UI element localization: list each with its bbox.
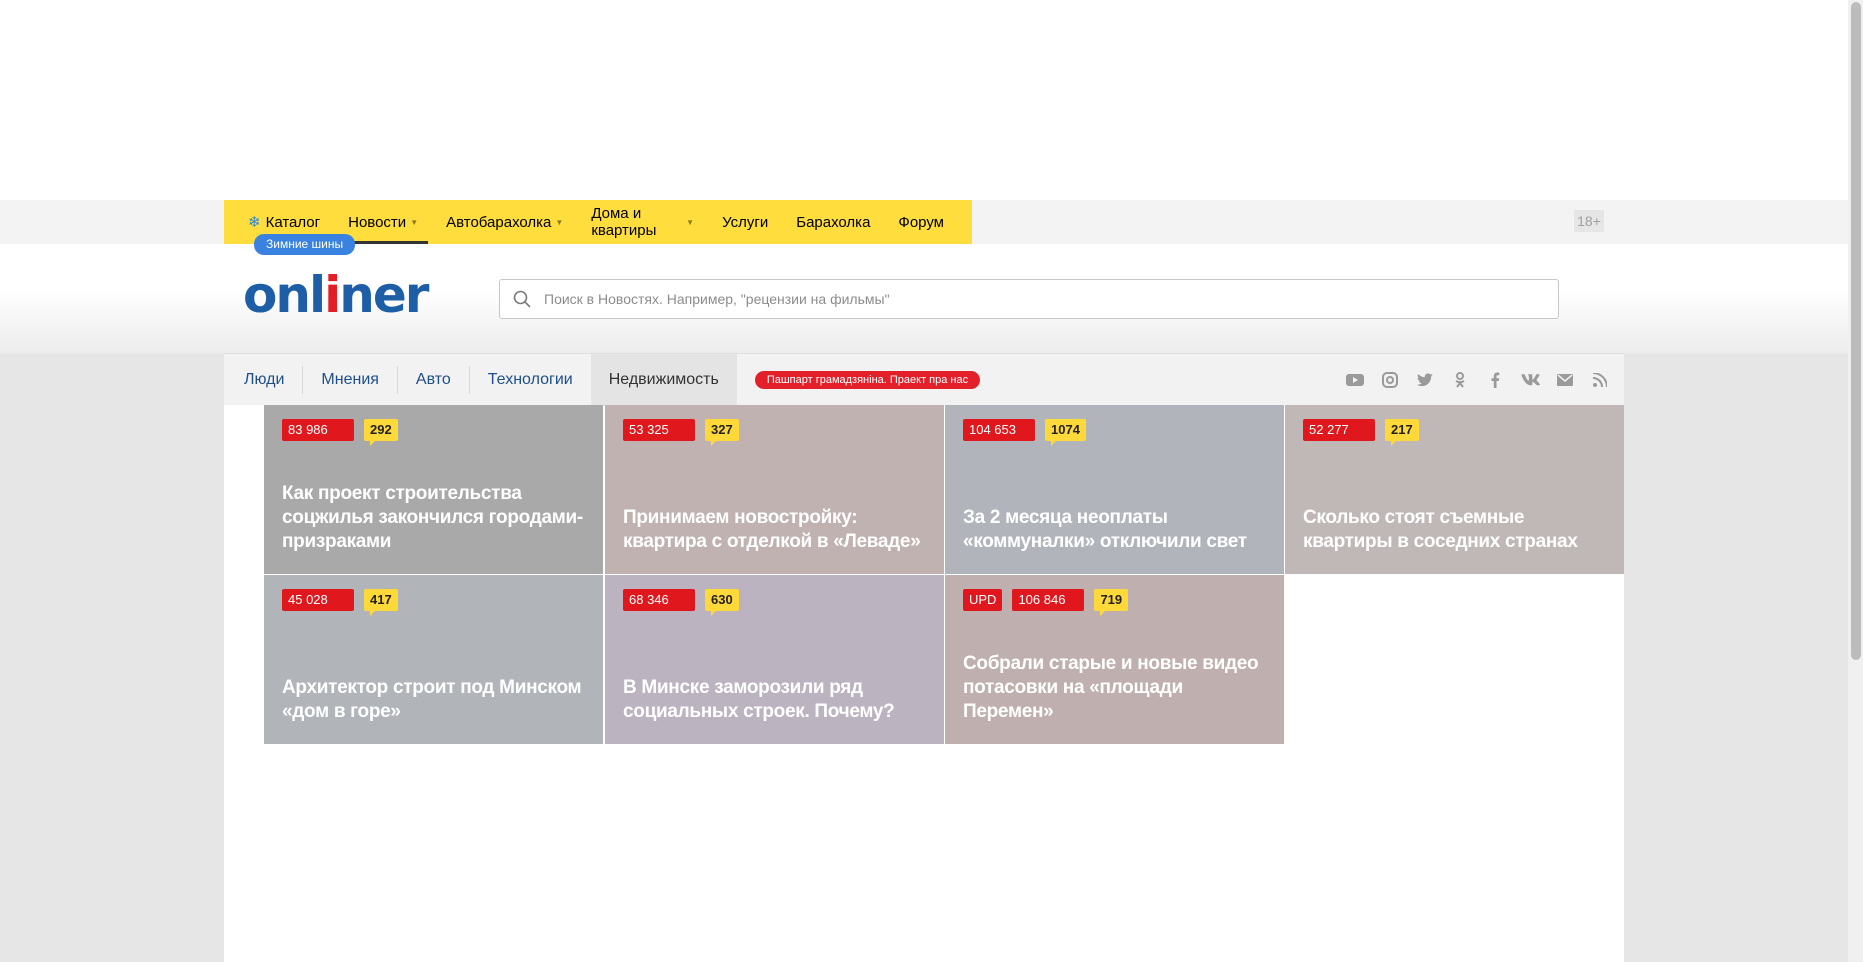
news-card-stats: 52 277 217 [1303, 419, 1606, 446]
nav-item-services[interactable]: Услуги [722, 200, 768, 244]
news-card[interactable]: 52 277 217 Сколько стоят съемные квартиры … [1285, 405, 1624, 574]
section-tab-realty[interactable]: Недвижимость [590, 353, 737, 406]
news-card-title[interactable]: Принимаем новостройку: квартира с отделк… [623, 506, 932, 554]
age-rating-badge: 18+ [1574, 210, 1604, 232]
chevron-down-icon: ▼ [686, 217, 695, 227]
news-card-stats: 53 325 327 [623, 419, 926, 446]
news-card-stats: 68 346 630 [623, 589, 926, 616]
news-card[interactable]: 104 653 1074 За 2 месяца неоплаты «коммуна… [945, 405, 1284, 574]
promo-badge[interactable]: Пашпарт грамадзяніна. Праект пра нас [754, 370, 981, 389]
section-nav: Люди Мнения Авто Технологии Недвижимость… [224, 353, 1624, 406]
news-card-stats: 45 028 417 [282, 589, 585, 616]
news-card-title[interactable]: Как проект строительства соцжилья законч… [282, 482, 591, 554]
news-card-stats: UPD 106 846 719 [963, 589, 1266, 616]
logo-text: ner [339, 266, 429, 324]
news-card-title[interactable]: Сколько стоят съемные квартиры в соседни… [1303, 506, 1612, 554]
news-card-stats: 83 986 292 [282, 419, 585, 446]
nav-item-label: Дома и квартиры [591, 205, 657, 239]
nav-item-label: Форум [898, 213, 944, 231]
nav-item-auto-market[interactable]: Автобарахолка ▼ [446, 200, 563, 244]
logo-text: onl [243, 266, 326, 324]
rss-icon[interactable] [1590, 370, 1610, 390]
section-tab-tech[interactable]: Технологии [470, 366, 591, 394]
news-card-title[interactable]: Собрали старые и новые видео потасовки н… [963, 652, 1272, 724]
news-card[interactable]: 83 986 292 Как проект строительства соцжил… [264, 405, 603, 574]
views-count: 52 277 [1303, 419, 1375, 441]
section-tab-people[interactable]: Люди [224, 365, 304, 394]
youtube-icon[interactable] [1345, 370, 1365, 390]
views-count: 45 028 [282, 589, 354, 611]
news-card-title[interactable]: За 2 месяца неоплаты «коммуналки» отключ… [963, 506, 1272, 554]
views-count: 83 986 [282, 419, 354, 441]
news-card-title[interactable]: Архитектор строит под Минском «дом в гор… [282, 676, 591, 724]
twitter-icon[interactable] [1415, 370, 1435, 390]
vk-icon[interactable] [1520, 370, 1540, 390]
mail-icon[interactable] [1555, 370, 1575, 390]
nav-item-label: Автобарахолка [446, 213, 552, 231]
ad-banner-area [0, 0, 1848, 200]
news-card[interactable]: 45 028 417 Архитектор строит под Минском «… [264, 575, 603, 744]
section-tab-opinions[interactable]: Мнения [303, 365, 398, 394]
news-card[interactable]: UPD 106 846 719 Собрали старые и новые виде… [945, 575, 1284, 744]
section-tab-auto[interactable]: Авто [398, 365, 470, 394]
scrollbar-thumb[interactable] [1851, 2, 1861, 660]
nav-item-label: Каталог [265, 213, 321, 231]
catalog-badge[interactable]: Зимние шины [254, 234, 356, 255]
chevron-down-icon: ▼ [410, 217, 419, 227]
nav-item-news[interactable]: Новости ▼ [348, 200, 429, 244]
views-count: 104 653 [963, 419, 1035, 441]
chevron-down-icon: ▼ [555, 217, 564, 227]
search-box [499, 279, 1559, 319]
search-icon[interactable] [500, 280, 544, 318]
comments-count[interactable]: 327 [705, 419, 739, 446]
comments-count[interactable]: 417 [364, 589, 398, 616]
comments-count[interactable]: 217 [1385, 419, 1419, 446]
news-card[interactable]: 68 346 630 В Минске заморозили ряд социаль… [605, 575, 944, 744]
comments-count[interactable]: 1074 [1045, 419, 1086, 446]
nav-item-label: Услуги [722, 213, 769, 231]
updated-badge: UPD [963, 589, 1003, 611]
facebook-icon[interactable] [1485, 370, 1505, 390]
logo-accent: i [324, 266, 341, 324]
views-count: 106 846 [1012, 589, 1085, 611]
nav-item-forum[interactable]: Форум [898, 200, 944, 244]
odnoklassniki-icon[interactable] [1450, 370, 1470, 390]
nav-item-label: Новости [348, 213, 407, 231]
comments-count[interactable]: 719 [1094, 589, 1129, 616]
nav-item-label: Барахолка [796, 213, 871, 231]
views-count: 53 325 [623, 419, 695, 441]
logo[interactable]: onliner [243, 266, 429, 324]
social-links [1330, 354, 1610, 406]
news-card[interactable]: 53 325 327 Принимаем новостройку: квартира… [605, 405, 944, 574]
search-input[interactable] [544, 281, 1558, 317]
nav-item-realty[interactable]: Дома и квартиры ▼ [591, 200, 694, 244]
comments-count[interactable]: 630 [705, 589, 739, 616]
views-count: 68 346 [623, 589, 695, 611]
instagram-icon[interactable] [1380, 370, 1400, 390]
news-card-stats: 104 653 1074 [963, 419, 1266, 446]
comments-count[interactable]: 292 [364, 419, 398, 446]
news-card-title[interactable]: В Минске заморозили ряд социальных строе… [623, 676, 932, 724]
snowflake-icon: ❄ [248, 214, 261, 231]
nav-item-flea-market[interactable]: Барахолка [796, 200, 870, 244]
